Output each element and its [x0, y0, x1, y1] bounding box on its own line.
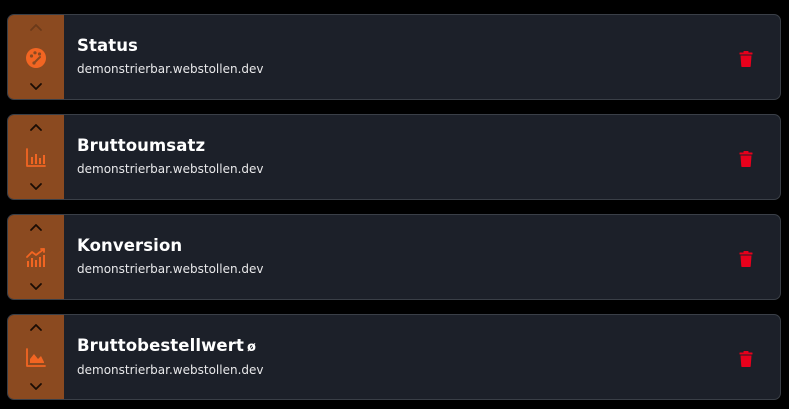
move-down-button[interactable]	[8, 76, 64, 98]
chevron-up-icon	[30, 324, 42, 331]
move-up-button[interactable]	[8, 116, 64, 138]
widget-domain: demonstrierbar.webstollen.dev	[77, 162, 264, 176]
widget-card-status: Status demonstrierbar.webstollen.dev	[7, 14, 781, 100]
delete-button[interactable]	[737, 249, 755, 269]
trash-icon	[739, 251, 753, 267]
delete-button[interactable]	[737, 49, 755, 69]
widget-card-bruttoumsatz: Bruttoumsatz demonstrierbar.webstollen.d…	[7, 114, 781, 200]
widget-title: Bruttoumsatz	[77, 136, 206, 155]
move-down-button[interactable]	[8, 376, 64, 398]
widget-title: Status	[77, 36, 138, 55]
reorder-handle[interactable]	[8, 315, 64, 399]
move-up-button[interactable]	[8, 16, 64, 38]
average-symbol: ø	[246, 340, 256, 355]
widget-card-bruttobestellwert: Bruttobestellwert ø demonstrierbar.websto…	[7, 314, 781, 400]
widget-list: Status demonstrierbar.webstollen.dev Bru…	[0, 0, 789, 409]
trash-icon	[739, 351, 753, 367]
trash-icon	[739, 151, 753, 167]
area-chart-icon	[26, 348, 46, 367]
reorder-handle[interactable]	[8, 215, 64, 299]
palette-icon	[26, 48, 46, 68]
chevron-up-icon	[30, 224, 42, 231]
move-up-button[interactable]	[8, 316, 64, 338]
chevron-down-icon	[30, 183, 42, 190]
move-down-button[interactable]	[8, 276, 64, 298]
chevron-down-icon	[30, 283, 42, 290]
widget-domain: demonstrierbar.webstollen.dev	[77, 262, 264, 276]
move-down-button[interactable]	[8, 176, 64, 198]
reorder-handle[interactable]	[8, 15, 64, 99]
widget-domain: demonstrierbar.webstollen.dev	[77, 363, 264, 377]
chart-trend-icon	[26, 248, 45, 267]
widget-info: Status demonstrierbar.webstollen.dev	[64, 15, 780, 99]
widget-info: Konversion demonstrierbar.webstollen.dev	[64, 215, 780, 299]
delete-button[interactable]	[737, 349, 755, 369]
widget-domain: demonstrierbar.webstollen.dev	[77, 62, 264, 76]
chevron-down-icon	[30, 383, 42, 390]
widget-title: Konversion	[77, 236, 183, 255]
widget-title: Bruttobestellwert ø	[77, 336, 256, 355]
widget-info: Bruttobestellwert ø demonstrierbar.websto…	[64, 315, 780, 399]
chevron-down-icon	[30, 83, 42, 90]
trash-icon	[739, 51, 753, 67]
chevron-up-icon	[30, 24, 42, 31]
chevron-up-icon	[30, 124, 42, 131]
delete-button[interactable]	[737, 149, 755, 169]
bar-chart-icon	[26, 148, 46, 167]
move-up-button[interactable]	[8, 216, 64, 238]
widget-info: Bruttoumsatz demonstrierbar.webstollen.d…	[64, 115, 780, 199]
widget-card-konversion: Konversion demonstrierbar.webstollen.dev	[7, 214, 781, 300]
reorder-handle[interactable]	[8, 115, 64, 199]
